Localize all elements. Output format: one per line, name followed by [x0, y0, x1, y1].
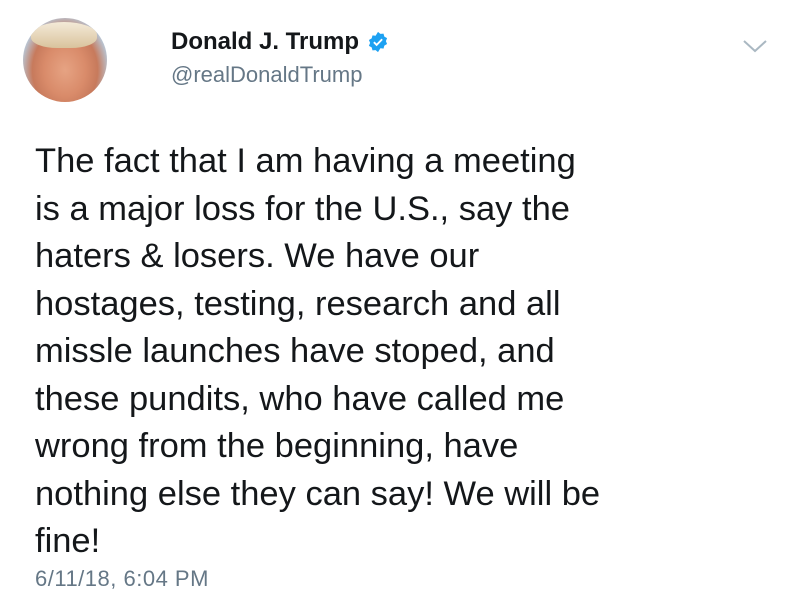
author-name-row[interactable]: Donald J. Trump: [171, 28, 389, 56]
author-handle[interactable]: @realDonaldTrump: [171, 62, 362, 88]
author-name[interactable]: Donald J. Trump: [171, 28, 359, 56]
tweet-line: haters & losers. We have our: [35, 237, 480, 275]
tweet-line: fine!: [35, 522, 101, 560]
tweet-line: The fact that I am having a meeting: [35, 142, 576, 180]
tweet-line: missle launches have stoped, and: [35, 332, 555, 370]
tweet-line: these pundits, who have called me: [35, 379, 565, 418]
tweet-line: wrong from the beginning, have: [35, 427, 519, 465]
verified-badge-icon: [368, 31, 388, 53]
avatar[interactable]: [23, 18, 107, 102]
avatar-image: [31, 22, 97, 48]
chevron-down-icon[interactable]: [742, 38, 768, 54]
tweet-line: hostages, testing, research and all: [35, 284, 561, 323]
tweet-text: The fact that I am having a meeting is a…: [35, 138, 600, 566]
tweet-timestamp[interactable]: 6/11/18, 6:04 PM: [35, 566, 209, 592]
tweet-line: is a major loss for the U.S., say the: [35, 189, 570, 228]
tweet-line: nothing else they can say! We will be: [35, 474, 601, 513]
